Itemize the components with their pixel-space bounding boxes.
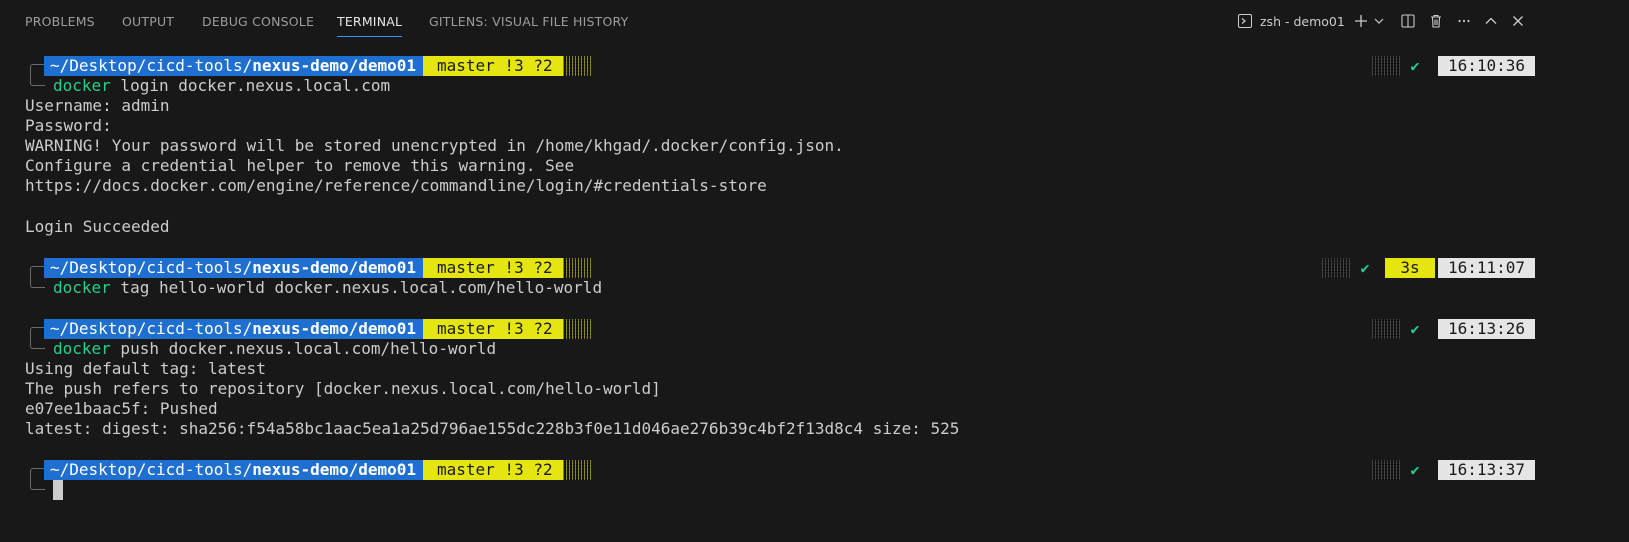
output-line: Password: (25, 116, 112, 135)
command-name: docker (53, 339, 111, 358)
output-line: Configure a credential helper to remove … (25, 156, 575, 175)
close-panel-icon[interactable] (1507, 8, 1529, 34)
terminal-output[interactable]: ~/Desktop/cicd-tools/nexus-demo/demo01 m… (0, 44, 1629, 542)
prompt-gutter (30, 327, 45, 349)
tab-terminal[interactable]: TERMINAL (337, 14, 403, 44)
tab-debug-console[interactable]: DEBUG CONSOLE (202, 14, 314, 44)
exit-status-check: ✔ (1360, 259, 1370, 277)
prompt-separator (563, 319, 591, 339)
prompt-path: ~/Desktop/cicd-tools/nexus-demo/demo01 (44, 460, 424, 480)
output-line: https://docs.docker.com/engine/reference… (25, 176, 767, 195)
command-name: docker (53, 76, 111, 95)
exit-status-check: ✔ (1410, 461, 1420, 479)
command-name: docker (53, 278, 111, 297)
output-line: Username: admin (25, 96, 170, 115)
prompt-line: ~/Desktop/cicd-tools/nexus-demo/demo01 m… (0, 460, 1629, 490)
tab-gitlens-visual-file-history[interactable]: GITLENS: VISUAL FILE HISTORY (429, 14, 628, 44)
terminal-selector-label: zsh - demo01 (1260, 13, 1345, 29)
prompt-gutter (30, 468, 45, 490)
prompt-time: 16:10:36 (1438, 56, 1535, 76)
chevron-down-icon[interactable] (1372, 8, 1386, 34)
right-prompt-separator (1372, 56, 1400, 76)
prompt-path-bold: nexus-demo/demo01 (252, 258, 417, 277)
prompt-time: 16:13:26 (1438, 319, 1535, 339)
right-prompt-separator (1322, 258, 1350, 278)
prompt-separator (563, 460, 591, 480)
maximize-panel-icon[interactable] (1480, 8, 1502, 34)
exit-status-check: ✔ (1410, 57, 1420, 75)
tab-output[interactable]: OUTPUT (122, 14, 174, 44)
prompt-time: 16:11:07 (1438, 258, 1535, 278)
prompt-path-prefix: ~/Desktop/cicd-tools/ (50, 460, 253, 479)
prompt-path-bold: nexus-demo/demo01 (252, 319, 417, 338)
command-line: docker tag hello-world docker.nexus.loca… (53, 278, 602, 298)
split-terminal-icon[interactable] (1397, 8, 1419, 34)
new-terminal-icon[interactable] (1351, 8, 1371, 34)
prompt-path-bold: nexus-demo/demo01 (252, 56, 417, 75)
prompt-git-status: master !3 ?2 (423, 56, 563, 76)
output-line: e07ee1baac5f: Pushed (25, 399, 218, 418)
prompt-path: ~/Desktop/cicd-tools/nexus-demo/demo01 (44, 56, 424, 76)
right-prompt-separator (1372, 460, 1400, 480)
prompt-git-status: master !3 ?2 (423, 258, 563, 278)
right-prompt-separator (1372, 319, 1400, 339)
tab-problems[interactable]: PROBLEMS (25, 14, 95, 44)
prompt-git-status: master !3 ?2 (423, 319, 563, 339)
command-line: docker push docker.nexus.local.com/hello… (53, 339, 496, 359)
prompt-separator (563, 56, 591, 76)
prompt-time: 16:13:37 (1438, 460, 1535, 480)
command-args: login docker.nexus.local.com (110, 76, 391, 95)
prompt-path-prefix: ~/Desktop/cicd-tools/ (50, 319, 253, 338)
panel-header: PROBLEMS OUTPUT DEBUG CONSOLE TERMINAL G… (0, 0, 1629, 44)
prompt-git-status: master !3 ?2 (423, 460, 563, 480)
trash-icon[interactable] (1425, 8, 1447, 34)
prompt-path-prefix: ~/Desktop/cicd-tools/ (50, 56, 253, 75)
prompt-path: ~/Desktop/cicd-tools/nexus-demo/demo01 (44, 319, 424, 339)
exit-status-check: ✔ (1410, 320, 1420, 338)
prompt-separator (563, 258, 591, 278)
prompt-path-prefix: ~/Desktop/cicd-tools/ (50, 258, 253, 277)
prompt-gutter (30, 266, 45, 288)
command-duration: 3s (1385, 258, 1435, 278)
output-line: Login Succeeded (25, 217, 170, 236)
prompt-path: ~/Desktop/cicd-tools/nexus-demo/demo01 (44, 258, 424, 278)
prompt-gutter (30, 64, 45, 86)
more-actions-icon[interactable] (1453, 8, 1475, 34)
output-line: latest: digest: sha256:f54a58bc1aac5ea1a… (25, 419, 960, 438)
terminal-icon (1237, 13, 1253, 29)
terminal-cursor (53, 480, 63, 500)
terminal-selector[interactable]: zsh - demo01 (1237, 8, 1345, 34)
command-args: push docker.nexus.local.com/hello-world (110, 339, 497, 358)
output-line: Using default tag: latest (25, 359, 266, 378)
command-args: tag hello-world docker.nexus.local.com/h… (110, 278, 603, 297)
prompt-path-bold: nexus-demo/demo01 (252, 460, 417, 479)
panel-actions: zsh - demo01 (1229, 8, 1629, 34)
command-line: docker login docker.nexus.local.com (53, 76, 390, 96)
output-line: WARNING! Your password will be stored un… (25, 136, 844, 155)
output-line: The push refers to repository [docker.ne… (25, 379, 661, 398)
